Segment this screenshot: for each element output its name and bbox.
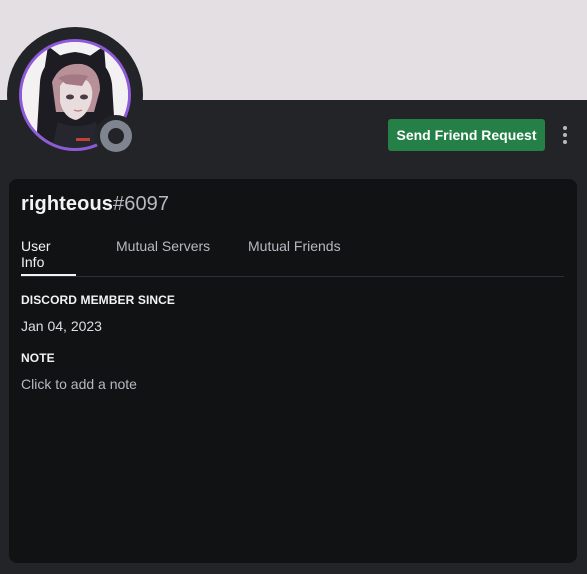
send-friend-request-button[interactable]: Send Friend Request (388, 119, 545, 151)
note-title: NOTE (21, 351, 55, 365)
tab-mutual-friends[interactable]: Mutual Friends (248, 238, 341, 276)
member-since-title: DISCORD MEMBER SINCE (21, 293, 176, 307)
note-input[interactable]: Click to add a note (21, 376, 137, 392)
profile-tabs: User Info Mutual Servers Mutual Friends (21, 236, 564, 277)
more-options-icon[interactable] (555, 121, 575, 149)
status-indicator (95, 115, 137, 157)
profile-username: righteous#6097 (21, 193, 169, 216)
profile-card: righteous#6097 User Info Mutual Servers … (9, 179, 577, 563)
tab-user-info[interactable]: User Info (21, 238, 76, 276)
offline-status-icon (100, 120, 132, 152)
member-since-date: Jan 04, 2023 (21, 318, 102, 334)
discriminator-text: #6097 (113, 193, 170, 215)
username-text: righteous (21, 193, 114, 215)
tab-mutual-servers[interactable]: Mutual Servers (116, 238, 210, 276)
avatar-container (7, 27, 143, 163)
